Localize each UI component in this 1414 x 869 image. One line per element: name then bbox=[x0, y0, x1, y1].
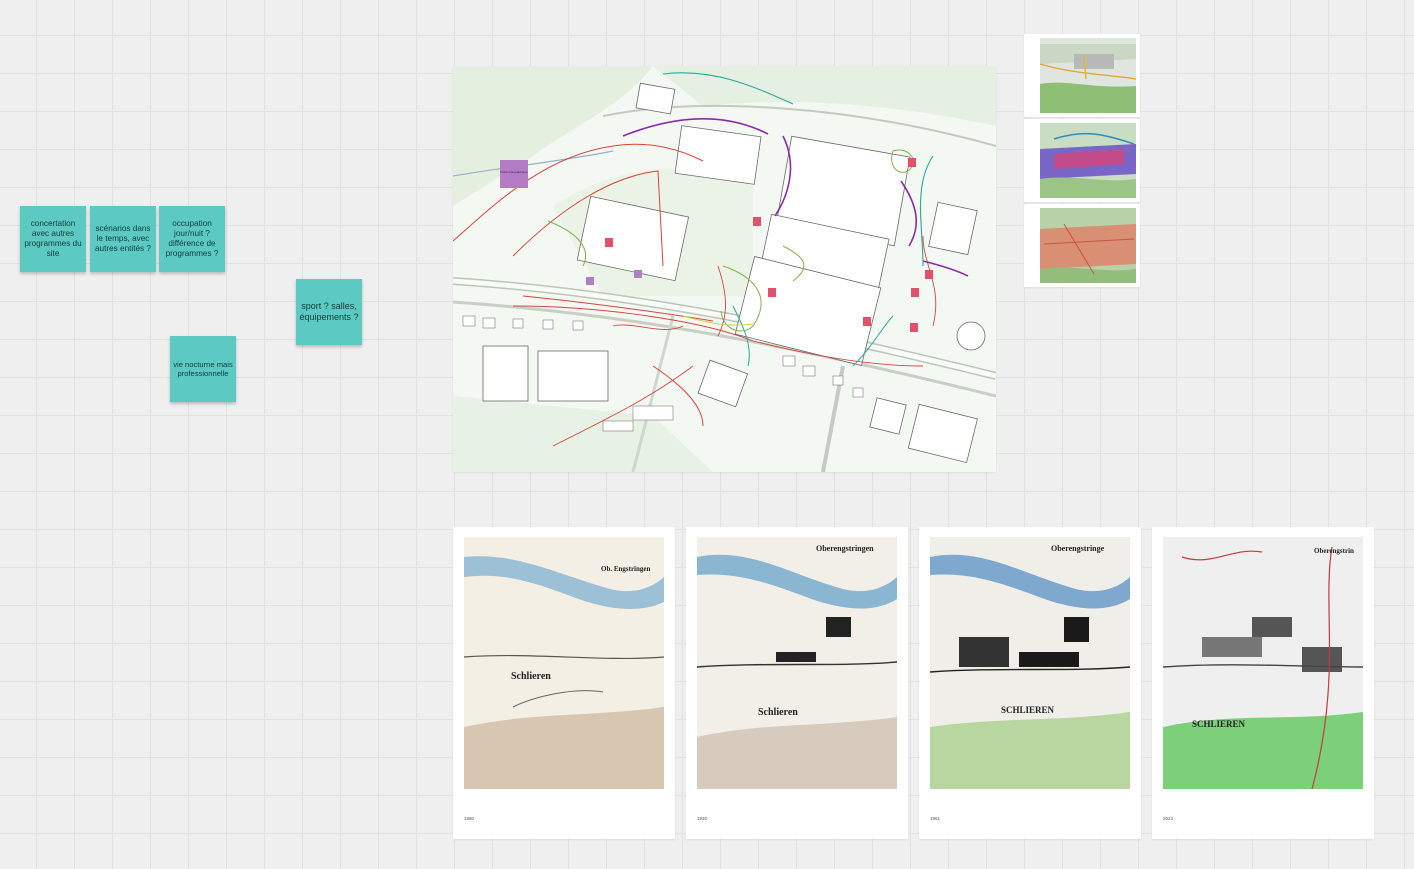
sticky-note-vie-nocturne[interactable]: vie nocturne mais professionnelle bbox=[170, 336, 236, 402]
site-plan-drawing: limite topographique bbox=[453, 66, 996, 472]
map-north-label: Oberengstrin bbox=[1314, 547, 1354, 555]
map-year-caption: 1880 bbox=[464, 816, 475, 821]
map-north-label: Ob. Engstringen bbox=[601, 565, 651, 573]
sticky-note-occupation[interactable]: occupation jour/nuit ? différence de pro… bbox=[159, 206, 225, 272]
map-place-label: SCHLIEREN bbox=[1001, 705, 1055, 715]
sticky-note-text: scénarios dans le temps, avec autres ent… bbox=[95, 224, 151, 253]
map-place-label: Schlieren bbox=[511, 671, 551, 682]
map-year-caption: 1961 bbox=[930, 816, 941, 821]
thumbnail-3-map bbox=[1040, 208, 1136, 283]
thumbnail-2-map bbox=[1040, 123, 1136, 198]
sticky-note-text: occupation jour/nuit ? différence de pro… bbox=[165, 219, 219, 258]
historical-map-1930: Schlieren Oberengstringen bbox=[696, 537, 898, 789]
historical-map-card-2[interactable]: Schlieren Oberengstringen 1930 bbox=[686, 527, 908, 839]
sticky-note-scenarios[interactable]: scénarios dans le temps, avec autres ent… bbox=[90, 206, 156, 272]
sticky-note-text: vie nocturne mais professionnelle bbox=[173, 359, 233, 378]
map-place-label: Schlieren bbox=[758, 707, 798, 718]
purple-note-label: limite topographique bbox=[500, 170, 527, 174]
site-plan-image[interactable]: limite topographique bbox=[453, 66, 996, 472]
historical-map-card-4[interactable]: SCHLIEREN Oberengstrin 2023 bbox=[1152, 527, 1374, 839]
thumbnail-1-map bbox=[1039, 38, 1137, 113]
sticky-note-text: concertation avec autres programmes du s… bbox=[24, 219, 82, 258]
historical-map-card-3[interactable]: SCHLIEREN Oberengstringe 1961 bbox=[919, 527, 1141, 839]
thumbnail-2[interactable] bbox=[1024, 119, 1140, 202]
historical-map-1961: SCHLIEREN Oberengstringe bbox=[929, 537, 1131, 789]
map-north-label: Oberengstringen bbox=[816, 544, 874, 553]
map-north-label: Oberengstringe bbox=[1051, 544, 1105, 553]
map-year-caption: 2023 bbox=[1163, 816, 1174, 821]
map-place-label: SCHLIEREN bbox=[1192, 719, 1246, 729]
thumbnail-1[interactable] bbox=[1024, 34, 1140, 117]
sticky-note-concertation[interactable]: concertation avec autres programmes du s… bbox=[20, 206, 86, 272]
thumbnail-3[interactable] bbox=[1024, 204, 1140, 287]
historical-map-card-1[interactable]: Schlieren Ob. Engstringen 1880 bbox=[453, 527, 675, 839]
historical-map-1880: Schlieren Ob. Engstringen bbox=[463, 537, 665, 789]
sticky-note-sport[interactable]: sport ? salles, équipements ? bbox=[296, 279, 362, 345]
map-year-caption: 1930 bbox=[697, 816, 708, 821]
sticky-note-text: sport ? salles, équipements ? bbox=[299, 301, 359, 322]
historical-map-2023: SCHLIEREN Oberengstrin bbox=[1162, 537, 1364, 789]
